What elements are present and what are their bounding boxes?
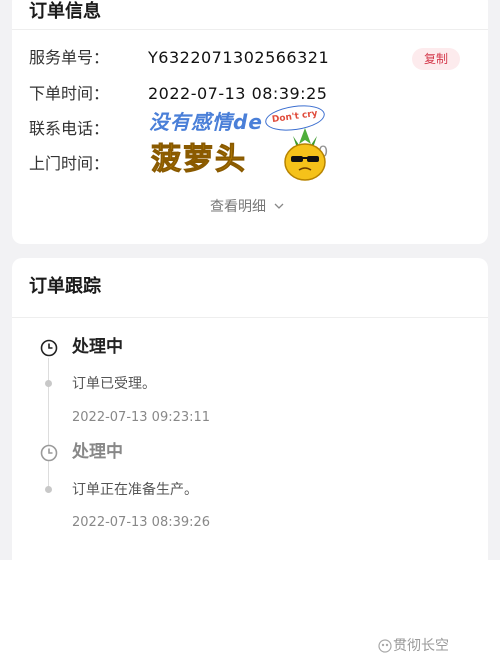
copy-button[interactable]: 复制	[412, 48, 460, 70]
order-tracking-card: 订单跟踪 处理中 订单已受理。 2022-07-13 09:23:11 处理中 …	[12, 258, 488, 560]
order-time-label: 下单时间：	[29, 84, 110, 103]
order-tracking-title: 订单跟踪	[29, 276, 101, 297]
phone-label: 联系电话：	[29, 119, 110, 138]
service-number-label: 服务单号：	[29, 48, 110, 67]
watermark-text: 贯彻长空	[393, 638, 449, 654]
order-info-card: 订单信息 服务单号： Y6322071302566321 复制 下单时间： 20…	[12, 0, 488, 244]
view-details-link[interactable]: 查看明细	[210, 197, 285, 217]
timeline-status: 处理中	[72, 442, 123, 462]
clock-icon	[40, 444, 58, 462]
service-number-value: Y6322071302566321	[148, 48, 330, 67]
pineapple-icon	[284, 128, 326, 181]
sticker-top-text: 没有感情de	[149, 110, 263, 134]
timeline-line	[48, 358, 49, 488]
divider	[12, 29, 488, 30]
timeline-dot	[45, 486, 52, 493]
view-details-label: 查看明细	[210, 199, 266, 215]
timeline-time: 2022-07-13 08:39:26	[72, 515, 211, 530]
platform-logo-icon	[378, 639, 392, 653]
order-info-title: 订单信息	[29, 1, 101, 22]
timeline-time: 2022-07-13 09:23:11	[72, 410, 211, 425]
timeline-description: 订单已受理。	[72, 376, 156, 392]
divider	[12, 317, 488, 318]
clock-icon	[40, 339, 58, 357]
timeline-status: 处理中	[72, 337, 123, 357]
timeline-description: 订单正在准备生产。	[72, 482, 198, 498]
timeline-dot	[45, 380, 52, 387]
visit-time-label: 上门时间：	[29, 154, 110, 173]
sticker-bottom-text: 菠萝头	[151, 142, 247, 178]
privacy-sticker: 没有感情de 菠萝头 Don't cry	[137, 100, 347, 182]
chevron-down-icon	[274, 203, 284, 209]
